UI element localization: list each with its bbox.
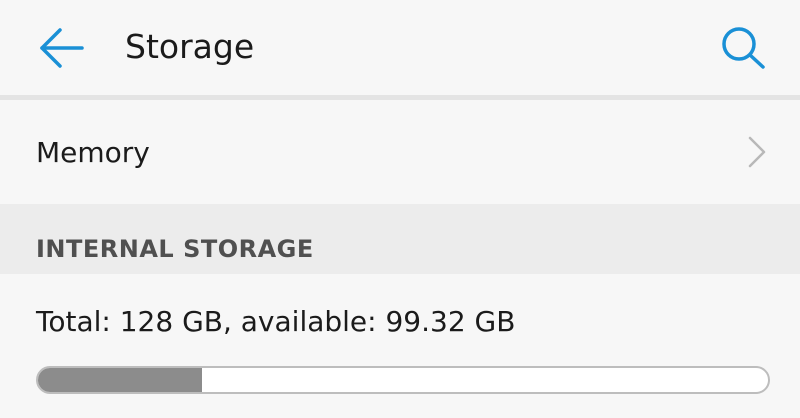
search-button[interactable] [718,24,768,70]
storage-usage-fill [38,368,202,392]
app-bar: Storage [0,0,800,96]
memory-row[interactable]: Memory [0,100,800,204]
memory-label: Memory [36,136,150,169]
section-header-internal-storage: INTERNAL STORAGE [0,204,800,274]
internal-storage-block: Total: 128 GB, available: 99.32 GB [0,274,800,418]
section-label: INTERNAL STORAGE [36,235,314,263]
search-icon [722,27,765,69]
storage-usage-bar [36,366,770,394]
page-title: Storage [125,27,255,66]
storage-summary: Total: 128 GB, available: 99.32 GB [36,305,516,338]
arrow-left-icon [40,28,84,68]
chevron-right-icon [745,135,769,169]
back-button[interactable] [36,26,84,70]
